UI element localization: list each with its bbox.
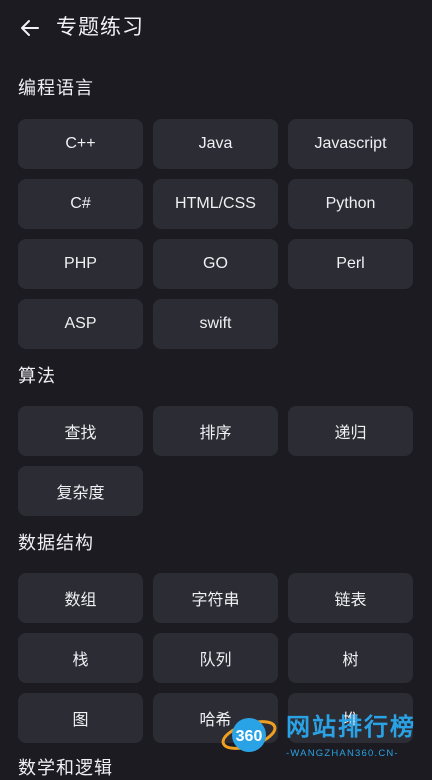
topic-tag-search[interactable]: 查找	[18, 406, 143, 456]
topic-tag-string[interactable]: 字符串	[153, 573, 278, 623]
section-title-algorithms: 算法	[18, 366, 56, 386]
topic-tag-perl[interactable]: Perl	[288, 239, 413, 289]
watermark-subtitle: -WANGZHAN360.CN-	[286, 748, 399, 759]
topic-tag-graph[interactable]: 图	[18, 693, 143, 743]
topic-tag-sort[interactable]: 排序	[153, 406, 278, 456]
topic-tag-python[interactable]: Python	[288, 179, 413, 229]
topic-tag-queue[interactable]: 队列	[153, 633, 278, 683]
section-title-programming-languages: 编程语言	[18, 78, 94, 98]
topic-tag-php[interactable]: PHP	[18, 239, 143, 289]
topic-tag-csharp[interactable]: C#	[18, 179, 143, 229]
back-button[interactable]	[14, 12, 46, 44]
topic-tag-complexity[interactable]: 复杂度	[18, 466, 143, 516]
topic-tag-cpp[interactable]: C++	[18, 119, 143, 169]
arrow-left-icon	[21, 20, 39, 36]
section-title-math-logic: 数学和逻辑	[18, 758, 113, 778]
topic-tag-recursion[interactable]: 递归	[288, 406, 413, 456]
section-title-data-structures: 数据结构	[18, 533, 94, 553]
topic-tag-java[interactable]: Java	[153, 119, 278, 169]
topic-tag-javascript[interactable]: Javascript	[288, 119, 413, 169]
topic-tag-linked-list[interactable]: 链表	[288, 573, 413, 623]
topic-tag-asp[interactable]: ASP	[18, 299, 143, 349]
page-title: 专题练习	[56, 16, 144, 39]
topic-tag-heap[interactable]: 堆	[288, 693, 413, 743]
app-header: 专题练习	[0, 0, 432, 56]
topic-tag-array[interactable]: 数组	[18, 573, 143, 623]
topic-tag-go[interactable]: GO	[153, 239, 278, 289]
topic-tag-hash[interactable]: 哈希	[153, 693, 278, 743]
topic-tag-tree[interactable]: 树	[288, 633, 413, 683]
topic-tag-stack[interactable]: 栈	[18, 633, 143, 683]
topic-tag-swift[interactable]: swift	[153, 299, 278, 349]
topic-tag-html-css[interactable]: HTML/CSS	[153, 179, 278, 229]
